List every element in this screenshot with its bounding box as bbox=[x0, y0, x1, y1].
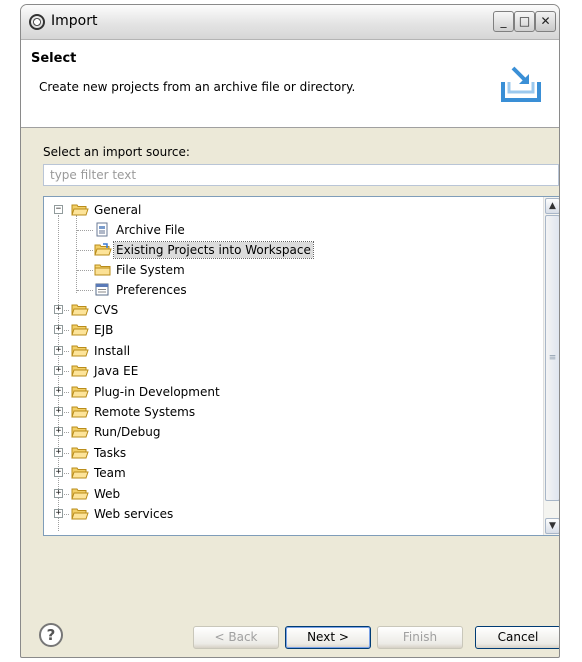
tree-item-label: Existing Projects into Workspace bbox=[113, 241, 314, 259]
tree-item-label: Plug-in Development bbox=[94, 385, 220, 399]
tree-item-label: Install bbox=[94, 344, 131, 358]
open-folder-icon bbox=[71, 488, 89, 500]
tree-item-label: Web bbox=[94, 487, 121, 501]
eclipse-app-icon bbox=[29, 14, 45, 30]
tree-item-category[interactable]: + Web services bbox=[44, 504, 524, 524]
open-folder-icon bbox=[71, 324, 89, 336]
tree-item-existing-projects[interactable]: Existing Projects into Workspace bbox=[44, 240, 524, 260]
tree-content: − General Archive File Existing Projects… bbox=[44, 197, 543, 535]
tree-item-file-system[interactable]: File System bbox=[44, 260, 524, 280]
open-folder-icon bbox=[71, 304, 89, 316]
cancel-button[interactable]: Cancel bbox=[475, 626, 559, 649]
tree-scrollbar[interactable]: ▲ ≡ ▼ bbox=[543, 197, 559, 535]
title-bar[interactable]: Import _ □ ✕ bbox=[21, 5, 559, 40]
expand-toggle[interactable]: + bbox=[54, 366, 63, 375]
page-title: Select bbox=[31, 51, 77, 66]
open-folder-icon bbox=[71, 508, 89, 520]
expand-toggle[interactable]: + bbox=[54, 448, 63, 457]
expand-toggle[interactable]: + bbox=[54, 325, 63, 334]
tree-item-label: Preferences bbox=[116, 283, 187, 297]
page-description: Create new projects from an archive file… bbox=[39, 80, 356, 94]
tree-item-label: Java EE bbox=[94, 364, 139, 378]
tree-item-category[interactable]: + CVS bbox=[44, 300, 524, 320]
collapse-toggle[interactable]: − bbox=[54, 205, 63, 214]
help-icon[interactable]: ? bbox=[39, 623, 63, 647]
tree-item-label: Tasks bbox=[94, 446, 127, 460]
open-folder-icon bbox=[71, 426, 89, 438]
expand-toggle[interactable]: + bbox=[54, 305, 63, 314]
tree-item-category[interactable]: + Plug-in Development bbox=[44, 382, 524, 402]
project-folder-icon bbox=[94, 243, 112, 256]
tree-item-label: EJB bbox=[94, 323, 114, 337]
tree-item-category[interactable]: + Run/Debug bbox=[44, 422, 524, 442]
open-folder-icon bbox=[71, 345, 89, 357]
scroll-down-arrow[interactable]: ▼ bbox=[545, 518, 559, 534]
tree-item-preferences[interactable]: Preferences bbox=[44, 280, 524, 300]
expand-toggle[interactable]: + bbox=[54, 509, 63, 518]
tree-item-label: Team bbox=[94, 466, 126, 480]
expand-toggle[interactable]: + bbox=[54, 387, 63, 396]
filter-input[interactable] bbox=[43, 164, 559, 186]
next-button[interactable]: Next > bbox=[285, 626, 371, 649]
maximize-button[interactable]: □ bbox=[514, 11, 535, 32]
scroll-up-arrow[interactable]: ▲ bbox=[545, 198, 559, 214]
import-source-label: Select an import source: bbox=[43, 145, 190, 159]
tree-item-category[interactable]: + Java EE bbox=[44, 361, 524, 381]
tree-item-archive-file[interactable]: Archive File bbox=[44, 220, 524, 240]
open-folder-icon bbox=[71, 447, 89, 459]
tree-item-category[interactable]: + Web bbox=[44, 484, 524, 504]
scroll-thumb[interactable]: ≡ bbox=[545, 215, 559, 501]
back-button[interactable]: < Back bbox=[193, 626, 279, 649]
tree-item-category[interactable]: + Remote Systems bbox=[44, 402, 524, 422]
open-folder-icon bbox=[71, 204, 89, 216]
tree-item-label: General bbox=[94, 203, 142, 217]
minimize-button[interactable]: _ bbox=[493, 11, 514, 32]
import-source-tree[interactable]: − General Archive File Existing Projects… bbox=[43, 196, 559, 536]
expand-toggle[interactable]: + bbox=[54, 427, 63, 436]
tree-item-category[interactable]: + EJB bbox=[44, 320, 524, 340]
tree-item-general[interactable]: − General bbox=[44, 200, 524, 220]
open-folder-icon bbox=[71, 467, 89, 479]
tree-item-label: Run/Debug bbox=[94, 425, 161, 439]
open-folder-icon bbox=[71, 406, 89, 418]
close-button[interactable]: ✕ bbox=[535, 11, 556, 32]
import-dialog: Import _ □ ✕ Select Create new projects … bbox=[20, 4, 560, 658]
tree-item-category[interactable]: + Tasks bbox=[44, 443, 524, 463]
tree-item-category[interactable]: + Team bbox=[44, 463, 524, 483]
tree-item-label: CVS bbox=[94, 303, 119, 317]
expand-toggle[interactable]: + bbox=[54, 407, 63, 416]
expand-toggle[interactable]: + bbox=[54, 468, 63, 477]
preferences-icon bbox=[95, 283, 109, 296]
archive-file-icon bbox=[96, 222, 108, 237]
tree-item-label: File System bbox=[116, 263, 185, 277]
import-wizard-icon bbox=[501, 66, 541, 102]
folder-icon bbox=[94, 264, 111, 276]
finish-button[interactable]: Finish bbox=[377, 626, 463, 649]
open-folder-icon bbox=[71, 386, 89, 398]
tree-item-label: Remote Systems bbox=[94, 405, 196, 419]
open-folder-icon bbox=[71, 365, 89, 377]
wizard-header: Select Create new projects from an archi… bbox=[21, 40, 559, 128]
expand-toggle[interactable]: + bbox=[54, 346, 63, 355]
tree-item-label: Archive File bbox=[116, 223, 185, 237]
tree-item-category[interactable]: + Install bbox=[44, 341, 524, 361]
tree-item-label: Web services bbox=[94, 507, 174, 521]
expand-toggle[interactable]: + bbox=[54, 489, 63, 498]
window-title: Import bbox=[51, 13, 98, 29]
